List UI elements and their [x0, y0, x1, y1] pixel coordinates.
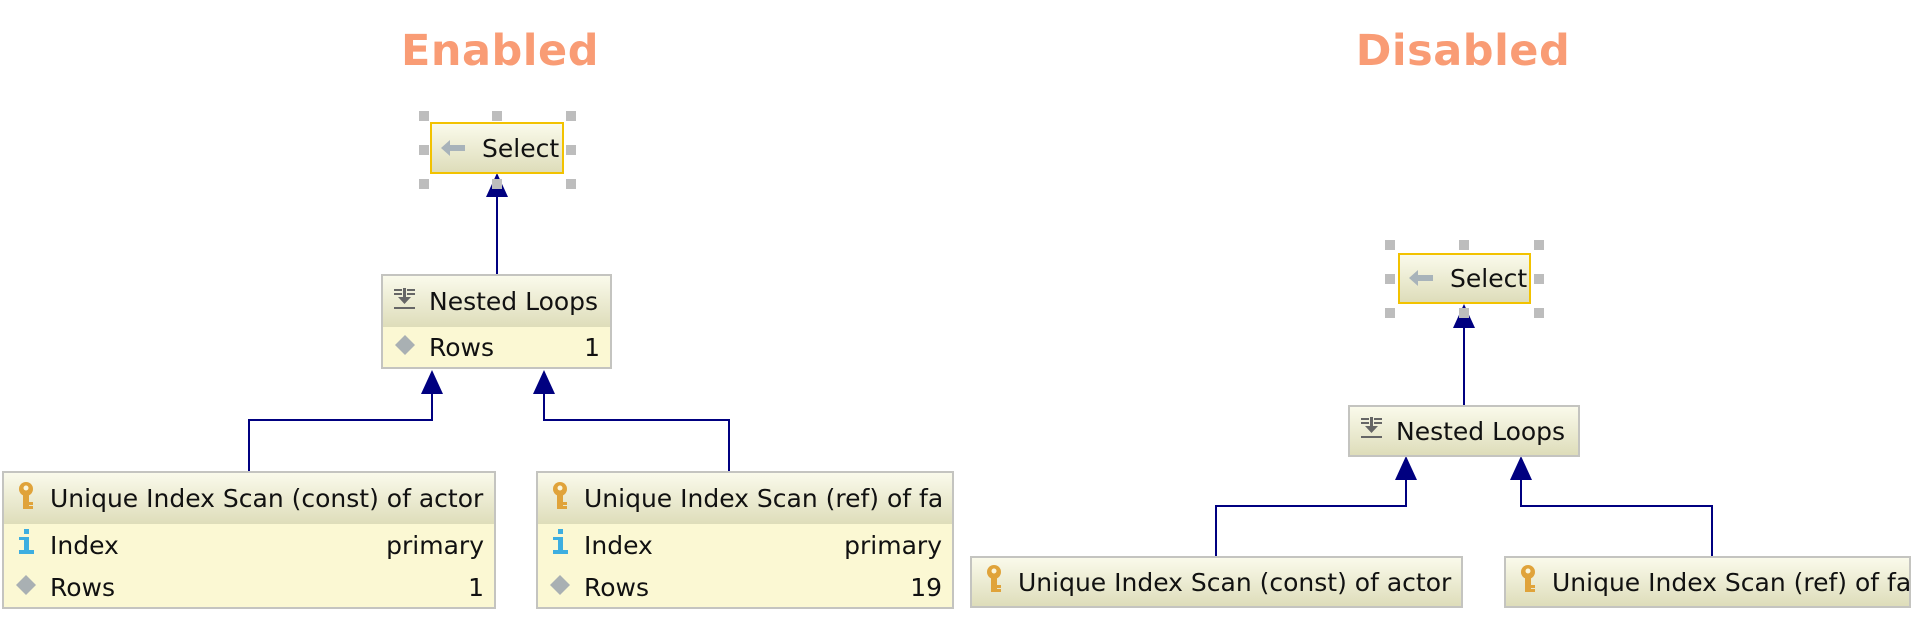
select-node[interactable]: Select — [430, 122, 564, 174]
info-icon — [546, 527, 574, 563]
info-icon — [12, 527, 40, 563]
arrow-left-icon — [440, 134, 468, 163]
edge-scan-right-to-nested — [543, 392, 730, 471]
arrowhead — [1395, 456, 1417, 480]
selection-handle[interactable] — [1385, 240, 1395, 250]
rows-value: 1 — [468, 572, 484, 602]
selection-handle[interactable] — [492, 179, 502, 189]
node-label: Unique Index Scan (const) of actor — [1018, 567, 1452, 597]
selection-handle[interactable] — [566, 145, 576, 155]
node-label: Unique Index Scan (const) of actor — [50, 484, 484, 513]
nested-loops-icon — [391, 286, 419, 318]
selection-handle[interactable] — [419, 145, 429, 155]
diamond-icon — [546, 573, 574, 602]
unique-index-scan-actor-node-disabled[interactable]: Unique Index Scan (const) of actor — [970, 556, 1463, 608]
selection-handle[interactable] — [1534, 240, 1544, 250]
node-label: Select — [482, 133, 560, 163]
node-label: Nested Loops — [1396, 416, 1566, 446]
unique-index-scan-fa-node-disabled[interactable]: Unique Index Scan (ref) of fa — [1504, 556, 1911, 608]
edge-scan-left-to-nested-disabled — [1215, 478, 1407, 556]
select-node-disabled[interactable]: Select — [1398, 253, 1531, 304]
selection-handle[interactable] — [1385, 308, 1395, 318]
diamond-icon — [12, 573, 40, 602]
nested-loops-node-disabled[interactable]: Nested Loops — [1348, 405, 1580, 457]
node-label: Unique Index Scan (ref) of fa — [1552, 567, 1909, 597]
key-icon — [980, 564, 1008, 600]
selection-handle[interactable] — [492, 111, 502, 121]
node-label: Nested Loops — [429, 287, 599, 316]
edge-scan-left-to-nested — [248, 392, 433, 471]
index-label: Index — [584, 530, 653, 560]
rows-value: 1 — [584, 332, 600, 362]
rows-label: Rows — [50, 572, 116, 602]
rows-label: Rows — [584, 572, 650, 602]
arrowhead — [1510, 456, 1532, 480]
arrowhead — [533, 370, 555, 394]
edge-scan-right-to-nested-disabled — [1520, 478, 1713, 556]
selection-handle[interactable] — [1459, 308, 1469, 318]
node-label: Select — [1450, 264, 1528, 293]
rows-label: Rows — [429, 332, 495, 362]
nested-loops-node[interactable]: Nested Loops Rows 1 — [381, 274, 612, 369]
selection-handle[interactable] — [419, 179, 429, 189]
index-value: primary — [386, 530, 484, 560]
selection-handle[interactable] — [566, 111, 576, 121]
selection-handle[interactable] — [566, 179, 576, 189]
key-icon — [12, 481, 40, 517]
unique-index-scan-fa-node[interactable]: Unique Index Scan (ref) of fa Index prim… — [536, 471, 954, 609]
key-icon — [546, 481, 574, 517]
arrowhead — [421, 370, 443, 394]
selection-handle[interactable] — [1459, 240, 1469, 250]
selection-handle[interactable] — [1534, 274, 1544, 284]
index-label: Index — [50, 530, 119, 560]
index-value: primary — [844, 530, 942, 560]
selection-handle[interactable] — [1385, 274, 1395, 284]
selection-handle[interactable] — [419, 111, 429, 121]
rows-value: 19 — [910, 572, 942, 602]
selection-handle[interactable] — [1534, 308, 1544, 318]
unique-index-scan-actor-node[interactable]: Unique Index Scan (const) of actor Index… — [2, 471, 496, 609]
key-icon — [1514, 564, 1542, 600]
nested-loops-icon — [1358, 415, 1386, 447]
arrow-left-icon — [1408, 264, 1436, 293]
node-label: Unique Index Scan (ref) of fa — [584, 484, 944, 513]
diamond-icon — [391, 333, 419, 362]
